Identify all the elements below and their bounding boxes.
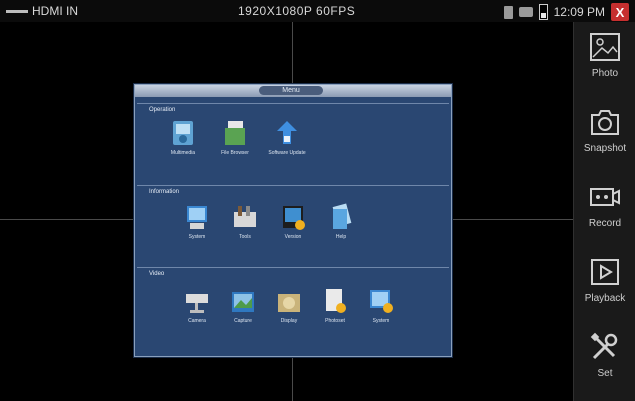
system-icon [187,206,207,229]
section-title: Video [149,271,165,277]
photoset-icon [326,289,346,313]
menu-item-display[interactable]: Display [267,286,311,324]
display-icon [278,294,300,312]
snapshot-icon [591,110,619,135]
photo-icon [590,33,620,61]
signal-icon [6,9,28,13]
record-icon [590,188,620,206]
video-system-icon [370,290,393,313]
playback-button[interactable]: Playback [574,247,635,319]
photo-button[interactable]: Photo [574,22,635,94]
close-button[interactable]: X [611,3,629,21]
playback-icon [591,259,619,285]
status-bar: HDMI IN 1920X1080P 60FPS 12:09 PM X [0,0,635,22]
version-icon [283,206,305,230]
menu-window: Menu Operation Multimedia File Browser S… [134,84,452,357]
multimedia-icon [173,121,193,145]
input-source: HDMI IN [6,4,78,18]
menu-item-photoset[interactable]: Photoset [313,286,357,324]
menu-item-file-browser[interactable]: File Browser [213,118,257,156]
file-browser-icon [225,121,245,145]
menu-item-version[interactable]: Version [271,202,315,240]
menu-item-multimedia[interactable]: Multimedia [161,118,205,156]
capture-icon [232,292,254,312]
sd-card-icon [503,5,513,19]
menu-item-video-system[interactable]: System [359,286,403,324]
section-video: Video Camera Capture Display Photoset Sy… [137,267,449,355]
tools-icon [234,206,256,227]
input-source-label: HDMI IN [32,4,78,18]
section-operation: Operation Multimedia File Browser Softwa… [137,103,449,186]
clock: 12:09 PM [553,5,605,19]
resolution-label: 1920X1080P 60FPS [238,4,356,18]
menu-item-help[interactable]: Help [319,202,363,240]
usb-icon [518,7,533,17]
snapshot-button[interactable]: Snapshot [574,97,635,169]
battery-icon [538,4,548,20]
menu-title: Menu [259,86,323,95]
menu-item-capture[interactable]: Capture [221,286,265,324]
menu-title-bar: Menu [135,85,451,97]
menu-item-camera[interactable]: Camera [175,286,219,324]
settings-icon [590,332,618,360]
status-icons: 12:09 PM X [503,3,629,21]
menu-item-system[interactable]: System [175,202,219,240]
record-button[interactable]: Record [574,172,635,244]
section-information: Information System Tools Version Help [137,185,449,268]
menu-item-tools[interactable]: Tools [223,202,267,240]
section-title: Operation [149,107,176,113]
menu-item-software-update[interactable]: Software Update [265,118,309,156]
help-icon [332,203,352,229]
software-update-icon [277,121,297,144]
camera-icon [186,294,208,313]
side-toolbar: Photo Snapshot Record Playback Set [573,22,635,401]
section-title: Information [149,189,180,195]
set-button[interactable]: Set [574,322,635,394]
